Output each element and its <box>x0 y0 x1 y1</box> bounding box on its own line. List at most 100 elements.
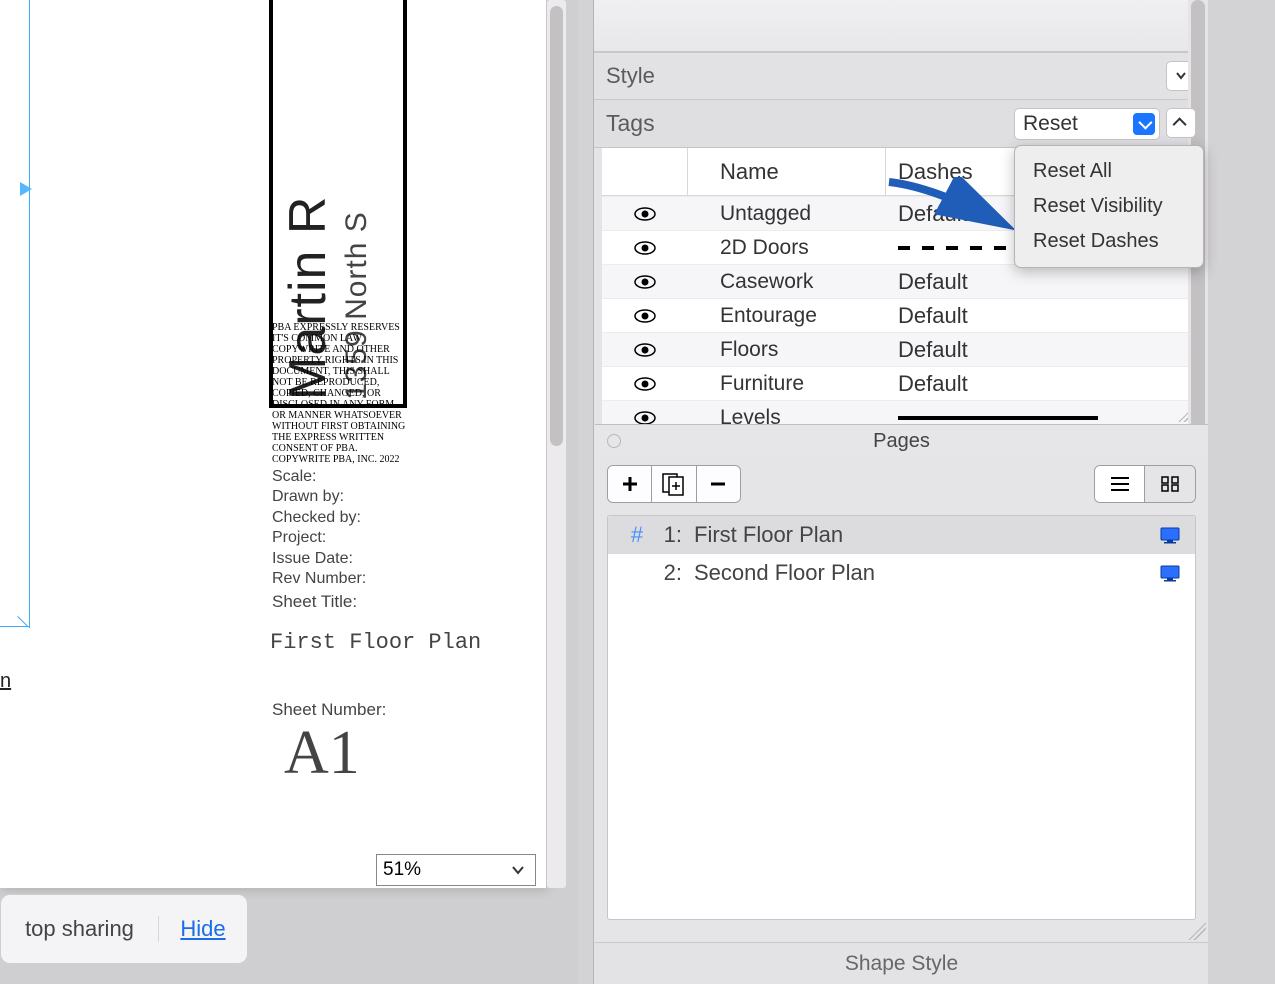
monitor-icon <box>1159 564 1181 582</box>
document-area: Martin R 1359 North S PBA EXPRESSLY RESE… <box>0 0 578 984</box>
chevron-down-icon <box>1175 70 1187 82</box>
dash-value: Default <box>898 303 968 328</box>
zoom-select[interactable]: 51% <box>376 854 536 886</box>
hide-button[interactable]: Hide <box>159 916 247 942</box>
visibility-toggle[interactable] <box>602 411 688 425</box>
grid-view-icon <box>1160 475 1180 493</box>
scrollbar-thumb[interactable] <box>550 6 563 446</box>
field-scale: Scale: <box>272 468 366 486</box>
legal-notice: PBA EXPRESSLY RESERVES IT'S COMMON LAW C… <box>272 322 408 465</box>
tag-row[interactable]: Levels <box>602 400 1198 424</box>
grid-view-button[interactable] <box>1145 466 1195 502</box>
sheet-title-label: Sheet Title: <box>272 592 357 612</box>
plus-icon <box>621 475 639 493</box>
reset-dropdown[interactable]: Reset <box>1014 108 1160 140</box>
window-close-icon[interactable] <box>607 434 621 448</box>
stop-sharing-button[interactable]: top sharing <box>1 916 159 942</box>
visibility-toggle[interactable] <box>602 275 688 289</box>
visibility-toggle[interactable] <box>602 377 688 391</box>
visibility-toggle[interactable] <box>602 343 688 357</box>
monitor-icon <box>1159 526 1181 544</box>
reset-dropdown-label: Reset <box>1023 112 1078 136</box>
tag-dashes[interactable] <box>886 416 1198 420</box>
field-project: Project: <box>272 529 366 547</box>
remove-page-button[interactable] <box>697 466 740 502</box>
zoom-value: 51% <box>377 855 535 885</box>
style-section-header[interactable]: Style <box>594 52 1206 100</box>
style-section-label: Style <box>606 63 655 89</box>
page-number: 2: <box>652 560 682 586</box>
page-hash: # <box>622 522 652 548</box>
tag-dashes[interactable]: Default <box>886 269 1198 295</box>
tag-name: 2D Doors <box>688 236 886 260</box>
selection-handle-icon[interactable] <box>20 182 32 196</box>
field-drawn-by: Drawn by: <box>272 488 366 506</box>
pages-list: #1: First Floor Plan 2: Second Floor Plan <box>607 515 1196 920</box>
reset-menu: Reset All Reset Visibility Reset Dashes <box>1014 145 1204 268</box>
selection-corner-icon[interactable] <box>0 614 30 630</box>
document-scrollbar[interactable] <box>546 0 566 888</box>
sheet-number: A1 <box>284 718 360 789</box>
tag-name: Levels <box>688 406 886 425</box>
page-item[interactable]: #1: First Floor Plan <box>608 516 1195 554</box>
pages-toolbar <box>607 465 1196 511</box>
list-view-button[interactable] <box>1095 466 1145 502</box>
document-canvas[interactable]: Martin R 1359 North S PBA EXPRESSLY RESE… <box>0 0 546 888</box>
duplicate-icon <box>661 472 687 496</box>
tag-name: Casework <box>688 270 886 294</box>
duplicate-page-button[interactable] <box>652 466 696 502</box>
dash-value: Default <box>898 201 968 226</box>
tags-collapse-button[interactable] <box>1166 108 1196 138</box>
page-name: First Floor Plan <box>694 522 1159 548</box>
list-view-icon <box>1109 475 1131 493</box>
dash-value: Default <box>898 269 968 294</box>
pages-title: Pages <box>873 430 930 453</box>
shape-style-label: Shape Style <box>845 952 958 976</box>
tag-name: Untagged <box>688 202 886 226</box>
tag-row[interactable]: Floors Default <box>602 332 1198 366</box>
field-rev-number: Rev Number: <box>272 570 366 588</box>
pages-view-toggle <box>1094 465 1196 503</box>
tag-name: Floors <box>688 338 886 362</box>
selection-edge <box>0 0 30 628</box>
scene-tab-truncated[interactable]: n <box>0 670 10 693</box>
visibility-toggle[interactable] <box>602 207 688 221</box>
tag-name: Furniture <box>688 372 886 396</box>
page-item[interactable]: 2: Second Floor Plan <box>608 554 1195 592</box>
column-name[interactable]: Name <box>688 148 886 195</box>
visibility-toggle[interactable] <box>602 241 688 255</box>
tags-section-label: Tags <box>606 110 655 137</box>
dash-value: Default <box>898 371 968 396</box>
tag-dashes[interactable]: Default <box>886 371 1198 397</box>
tag-row[interactable]: Casework Default <box>602 264 1198 298</box>
field-issue-date: Issue Date: <box>272 550 366 568</box>
tag-dashes[interactable]: Default <box>886 303 1198 329</box>
sheet-number-label: Sheet Number: <box>272 700 386 720</box>
menu-item-reset-visibility[interactable]: Reset Visibility <box>1015 189 1203 224</box>
tag-row[interactable]: Furniture Default <box>602 366 1198 400</box>
add-page-button[interactable] <box>608 466 652 502</box>
solid-line-icon <box>898 416 1098 420</box>
page-name: Second Floor Plan <box>694 560 1159 586</box>
inspector-top-blank <box>594 0 1207 52</box>
screen-share-bar: top sharing Hide <box>0 894 248 964</box>
menu-item-reset-all[interactable]: Reset All <box>1015 154 1203 189</box>
shape-style-section-header[interactable]: Shape Style <box>595 942 1208 984</box>
minus-icon <box>709 475 727 493</box>
reset-dropdown-toggle[interactable] <box>1133 113 1155 135</box>
dash-value: Default <box>898 337 968 362</box>
tag-dashes[interactable]: Default <box>886 337 1198 363</box>
sheet-info: Scale: Drawn by: Checked by: Project: Is… <box>272 468 366 590</box>
field-checked-by: Checked by: <box>272 509 366 527</box>
tag-name: Entourage <box>688 304 886 328</box>
pages-button-group <box>607 465 741 503</box>
pages-titlebar[interactable]: Pages <box>595 425 1208 457</box>
pages-panel: Pages <box>595 424 1208 942</box>
menu-item-reset-dashes[interactable]: Reset Dashes <box>1015 224 1203 259</box>
tag-row[interactable]: Entourage Default <box>602 298 1198 332</box>
resize-grip-icon[interactable] <box>1188 922 1206 940</box>
sheet-plan-name: First Floor Plan <box>270 630 481 655</box>
column-visibility[interactable] <box>602 148 688 195</box>
visibility-toggle[interactable] <box>602 309 688 323</box>
page-number: 1: <box>652 522 682 548</box>
